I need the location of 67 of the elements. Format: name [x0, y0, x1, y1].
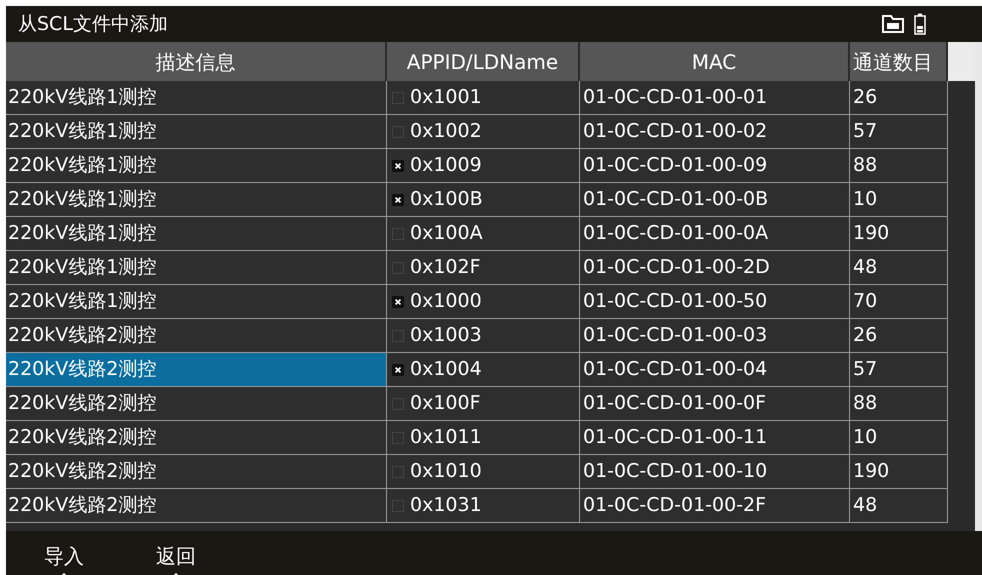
table-cell: 57 — [850, 353, 948, 386]
battery-icon — [914, 13, 926, 35]
table-cell: 88 — [850, 387, 948, 420]
window-title: 从SCL文件中添加 — [18, 12, 169, 37]
table-cell[interactable]: 220kV线路1测控 — [6, 115, 387, 148]
softkey-button[interactable]: 导入 — [44, 543, 84, 569]
table-cell: 01-0C-CD-01-00-04 — [580, 353, 850, 386]
table-cell-text: 0x1010 — [410, 459, 482, 484]
table-cell-text: 0x1002 — [410, 119, 482, 144]
table-cell: 01-0C-CD-01-00-0B — [580, 183, 850, 216]
checkbox[interactable] — [392, 194, 404, 206]
cross-icon — [394, 196, 402, 204]
table-cell[interactable]: 220kV线路2测控 — [6, 319, 387, 352]
table-cell-text: 0x1031 — [410, 493, 482, 518]
table-cell[interactable]: 220kV线路2测控 — [6, 353, 387, 386]
table-cell: 190 — [850, 217, 948, 250]
input-folder-icon — [882, 15, 904, 33]
table-cell-text: 0x100F — [410, 391, 481, 416]
table-cell-text: 0x100B — [410, 187, 483, 212]
table-cell: 48 — [850, 251, 948, 284]
table-cell[interactable]: 220kV线路2测控 — [6, 455, 387, 488]
table-cell-text: 0x102F — [410, 255, 481, 280]
table-cell: 01-0C-CD-01-00-03 — [580, 319, 850, 352]
table-cell-text: 0x1001 — [410, 85, 482, 110]
table-cell-text: 0x100A — [410, 221, 483, 246]
table-cell[interactable]: 220kV线路2测控 — [6, 489, 387, 522]
table-cell: 01-0C-CD-01-00-01 — [580, 81, 850, 114]
table-cell: 10 — [850, 183, 948, 216]
table-cell: 190 — [850, 455, 948, 488]
table-cell: 70 — [850, 285, 948, 318]
table-cell[interactable]: 220kV线路1测控 — [6, 285, 387, 318]
table-cell: 01-0C-CD-01-00-2D — [580, 251, 850, 284]
checkbox[interactable] — [392, 160, 404, 172]
table-cell: 26 — [850, 81, 948, 114]
table-cell-text: 0x1000 — [410, 289, 482, 314]
scrollbar[interactable] — [975, 42, 982, 531]
table-cell[interactable]: 220kV线路1测控 — [6, 251, 387, 284]
table-cell: 88 — [850, 149, 948, 182]
scrollbar-header — [948, 42, 975, 81]
table-cell: 01-0C-CD-01-00-2F — [580, 489, 850, 522]
table-cell[interactable]: 220kV线路1测控 — [6, 217, 387, 250]
table-cell[interactable]: 220kV线路1测控 — [6, 81, 387, 114]
checkbox[interactable] — [392, 296, 404, 308]
cross-icon — [394, 298, 402, 306]
checkbox[interactable] — [392, 364, 404, 376]
table-cell: 57 — [850, 115, 948, 148]
table-cell[interactable]: 220kV线路2测控 — [6, 421, 387, 454]
table-cell[interactable]: 220kV线路1测控 — [6, 183, 387, 216]
table-cell-text: 0x1009 — [410, 153, 482, 178]
table-cell: 48 — [850, 489, 948, 522]
table-cell[interactable]: 220kV线路2测控 — [6, 387, 387, 420]
table-cell: 01-0C-CD-01-00-50 — [580, 285, 850, 318]
table-cell-text: 0x1011 — [410, 425, 482, 450]
table-cell: 10 — [850, 421, 948, 454]
cross-icon — [394, 162, 402, 170]
table-cell: 01-0C-CD-01-00-10 — [580, 455, 850, 488]
table-cell[interactable]: 220kV线路1测控 — [6, 149, 387, 182]
table-cell: 01-0C-CD-01-00-11 — [580, 421, 850, 454]
softkey-button[interactable]: 返回 — [156, 543, 196, 569]
cross-icon — [394, 366, 402, 374]
table-cell: 26 — [850, 319, 948, 352]
table-cell: 01-0C-CD-01-00-0F — [580, 387, 850, 420]
table-cell: 01-0C-CD-01-00-09 — [580, 149, 850, 182]
table-cell: 01-0C-CD-01-00-0A — [580, 217, 850, 250]
table-cell-text: 0x1003 — [410, 323, 482, 348]
table-cell-text: 0x1004 — [410, 357, 482, 382]
table-cell: 01-0C-CD-01-00-02 — [580, 115, 850, 148]
